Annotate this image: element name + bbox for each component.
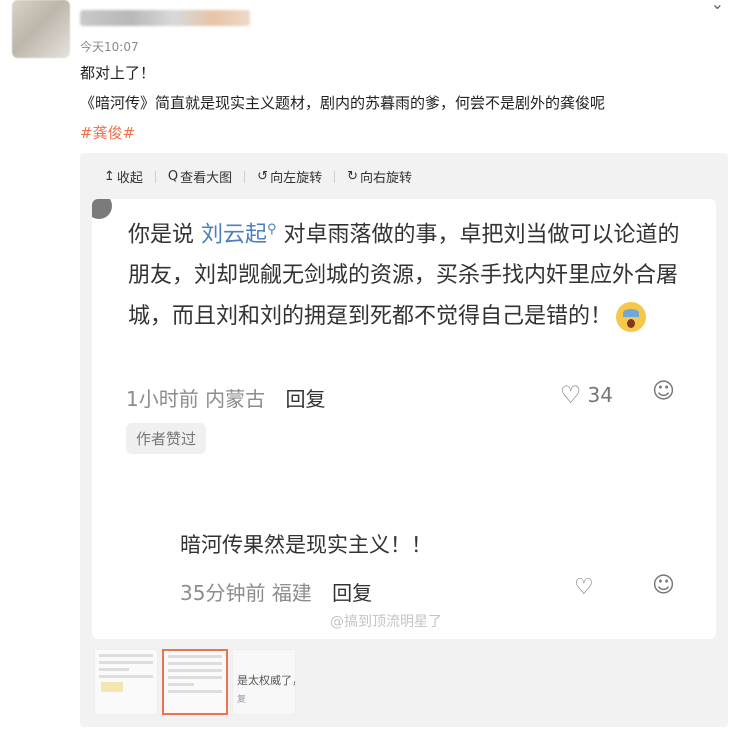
collapse-button[interactable]: ↥ 收起 [104,167,143,186]
emoji-face-icon: ☺ [652,573,675,598]
rotate-right-label: 向右旋转 [360,171,413,186]
toolbar-divider [334,170,336,183]
rotate-right-button[interactable]: ↻ 向右旋转 [347,167,412,186]
thumbnail-1[interactable] [94,649,158,715]
magnifier-icon: Q [167,169,179,184]
thumbnail-2-selected[interactable] [162,649,228,715]
comment-like: ♡ 34 [560,381,613,409]
comment-time: 1小时前 [126,387,199,411]
screenshot-image[interactable]: 你是说 刘云起⚲ 对卓雨落做的事，卓把刘当做可以论道的朋友，刘却觊觎无剑城的资源… [92,199,716,639]
subcomment-text: 暗河传果然是现实主义！！ [180,533,432,557]
thumbnail-3-text: 是太权威了， [237,674,295,687]
comment-like-count: 34 [587,383,613,407]
comment-location: 内蒙古 [205,387,266,411]
username-blurred[interactable] [80,10,250,26]
media-panel: ↥ 收起 Q 查看大图 ↺ 向左旋转 ↻ 向右旋转 你是说 刘云起⚲ 对卓雨落做… [80,153,728,727]
thumbnail-strip: 是太权威了， 复 [94,649,296,715]
collapse-up-icon: ↥ [104,169,115,184]
thumbnail-3-subtext: 复 [237,695,247,705]
avatar[interactable] [12,0,70,58]
comment-meta: 1小时前 内蒙古 回复 [126,383,325,412]
post-text-line1: 都对上了！ [80,64,156,82]
view-large-button[interactable]: Q 查看大图 [168,167,232,186]
media-toolbar: ↥ 收起 Q 查看大图 ↺ 向左旋转 ↻ 向右旋转 [104,167,412,186]
comment-reply: 回复 [285,387,326,411]
toolbar-divider [244,170,246,183]
comment-prefix: 你是说 [128,222,201,248]
post-time: 今天10:07 [80,40,139,54]
view-large-label: 查看大图 [180,171,233,186]
subcomment-location: 福建 [271,581,312,605]
corner-shadow [92,199,112,219]
heart-icon: ♡ [574,575,594,600]
comment-text: 你是说 刘云起⚲ 对卓雨落做的事，卓把刘当做可以论道的朋友，刘却觊觎无剑城的资源… [128,209,688,337]
rotate-left-label: 向左旋转 [270,171,323,186]
rotate-right-icon: ↻ [347,169,358,184]
emoji-face-icon: ☺ [652,379,675,404]
subcomment-reply: 回复 [332,581,373,605]
watermark: @搞到顶流明星了 [330,614,442,630]
search-icon: ⚲ [267,222,277,237]
hashtag-link[interactable]: #龚俊# [80,122,135,143]
thumbnail-3[interactable]: 是太权威了， 复 [232,649,296,715]
author-liked-badge: 作者赞过 [126,423,207,454]
heart-icon: ♡ [560,381,582,409]
subcomment-meta: 35分钟前 福建 回复 [180,577,372,606]
mention-link: 刘云起 [201,222,268,248]
collapse-label: 收起 [116,171,143,186]
subcomment-time: 35分钟前 [180,581,266,605]
rotate-left-button[interactable]: ↺ 向左旋转 [257,167,322,186]
chevron-down-icon[interactable]: ⌄ [711,0,724,13]
rotate-left-icon: ↺ [257,169,269,184]
shocked-emoji-icon [616,302,647,333]
toolbar-divider [154,170,156,183]
post-text-line2: 《暗河传》简直就是现实主义题材，剧内的苏暮雨的爹，何尝不是剧外的龚俊呢 [80,94,606,112]
